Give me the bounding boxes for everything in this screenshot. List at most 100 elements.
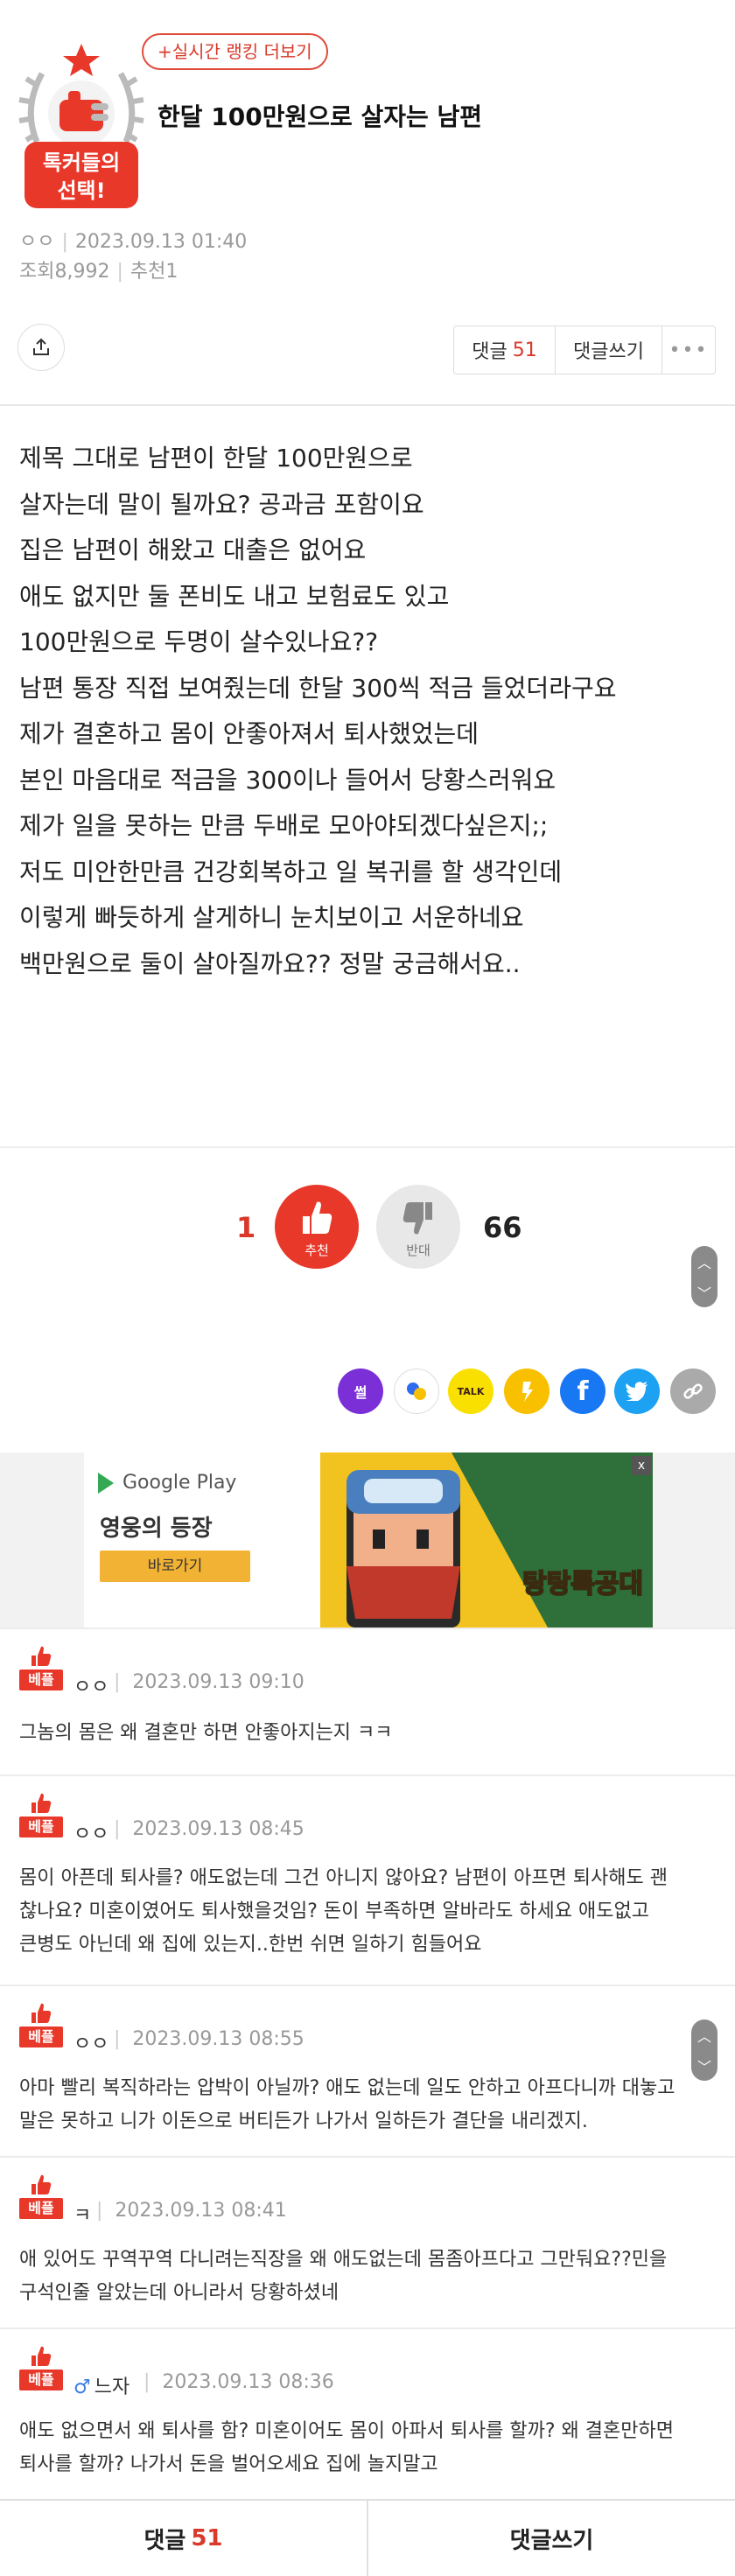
share-button[interactable] xyxy=(18,324,65,371)
comment-line: 구석인줄 알았는데 아니라서 당황하셨네 xyxy=(19,2282,340,2304)
header-divider xyxy=(0,404,735,406)
post-line: 제목 그대로 남편이 한달 100만원으로 xyxy=(19,444,413,472)
post-date: 2023.09.13 01:40 xyxy=(74,231,248,253)
comment-date-text: 2023.09.13 08:55 xyxy=(132,2028,304,2050)
comment-text: 애도 없으면서 왜 퇴사를 함? 미혼이어도 몸이 아파서 퇴사를 할까? 왜 … xyxy=(19,2415,719,2482)
comment-item: 베플 ㅋ | 2023.09.13 08:41 애 있어도 꾸역꾸역 다니려는직장… xyxy=(0,2156,735,2328)
comment-item: 베플 ㅇㅇ | 2023.09.13 08:55 아마 빨리 복직하라는 압박이 … xyxy=(0,1984,735,2156)
kakaotalk-share-button[interactable]: TALK xyxy=(448,1368,494,1414)
badge-line1: 톡커들의 xyxy=(43,150,120,175)
body-divider xyxy=(0,1146,735,1148)
ad-close-icon[interactable]: x xyxy=(632,1456,651,1475)
comment-date-text: 2023.09.13 08:36 xyxy=(162,2371,334,2393)
post-line: 남편 통장 직접 보여줬는데 한달 300씩 적금 들었더라구요 xyxy=(19,673,617,703)
comment-date-text: 2023.09.13 08:41 xyxy=(115,2200,287,2222)
ad-cta-button[interactable]: 바로가기 xyxy=(100,1550,250,1582)
twitter-share-button[interactable] xyxy=(614,1368,660,1414)
upvote-button[interactable]: 추천 xyxy=(275,1185,359,1269)
comment-count-button[interactable]: 댓글 51 xyxy=(454,326,556,374)
bubble-share-button[interactable] xyxy=(394,1368,439,1414)
thumbs-up-icon xyxy=(32,2346,52,2366)
best-comment-badge: 베플 xyxy=(19,2345,63,2394)
post-line: 제가 일을 못하는 만큼 두배로 모아야되겠다싶은지;; xyxy=(19,811,549,840)
comment-date: | 2023.09.13 08:41 xyxy=(96,2200,287,2222)
comment-count: 51 xyxy=(512,339,537,361)
comment-author: ㅇㅇ xyxy=(74,2034,109,2055)
best-label: 베플 xyxy=(19,1816,63,1838)
comment-author: ♂ 느자 xyxy=(74,2371,130,2399)
chevron-down-icon: ﹀ xyxy=(696,2058,711,2076)
comment-text: 몸이 아픈데 퇴사를? 애도없는데 그건 아니지 않아요? 남편이 아프면 퇴사… xyxy=(19,1862,719,1962)
google-play-label: Google Play xyxy=(98,1472,236,1494)
bottom-comment-count: 51 xyxy=(191,2525,223,2552)
write-comment-button[interactable]: 댓글쓰기 xyxy=(556,326,662,374)
chevron-down-icon: ﹀ xyxy=(696,1284,711,1302)
best-comment-badge: 베플 xyxy=(19,1792,63,1841)
ad-game-artwork: 탕탕특공대 xyxy=(320,1452,653,1628)
downvote-button[interactable]: 반대 xyxy=(376,1185,460,1269)
upvote-label: 추천 xyxy=(304,1242,329,1258)
comment-action-group: 댓글 51 댓글쓰기 ••• xyxy=(453,326,716,374)
comment-line: 찮나요? 미혼이였어도 퇴사했을것임? 돈이 부족하면 알바라도 하세요 애도없… xyxy=(19,1900,649,1922)
thumbs-up-icon xyxy=(32,2174,52,2194)
post-line: 이렇게 빠듯하게 살게하니 눈치보이고 서운하네요 xyxy=(19,903,524,932)
comment-line: 애도 없으면서 왜 퇴사를 함? 미혼이어도 몸이 아파서 퇴사를 할까? 왜 … xyxy=(19,2420,674,2442)
google-play-icon xyxy=(98,1473,114,1494)
thumbs-down-icon xyxy=(402,1202,432,1235)
chevron-up-icon: ︿ xyxy=(696,1254,711,1271)
facebook-share-button[interactable]: f xyxy=(560,1368,606,1414)
comment-author: ㅇㅇ xyxy=(74,1676,109,1698)
talkers-choice-badge: 톡커들의 선택! xyxy=(18,44,144,208)
comment-date: | 2023.09.13 09:10 xyxy=(114,1671,304,1693)
kakaotalk-icon: TALK xyxy=(457,1385,485,1397)
comment-date-text: 2023.09.13 08:45 xyxy=(132,1818,304,1840)
bottom-comment-label: 댓글 xyxy=(144,2527,186,2554)
comment-item: 베플 ♂ 느자 | 2023.09.13 08:36 애도 없으면서 왜 퇴사를 함… xyxy=(0,2328,735,2499)
sseol-icon: 썰 xyxy=(354,1384,368,1401)
badge-line2: 선택! xyxy=(57,178,105,203)
comment-date-text: 2023.09.13 09:10 xyxy=(132,1671,304,1693)
ad-banner[interactable]: Google Play 영웅의 등장 바로가기 탕탕특공대 xyxy=(84,1452,653,1628)
downvote-count: 66 xyxy=(483,1211,522,1244)
thumbs-up-icon xyxy=(32,1793,52,1813)
post-meta-stats: 조회8,992 | 추천1 xyxy=(19,261,178,283)
comment-line: 아마 빨리 복직하라는 압박이 아닐까? 애도 없는데 일도 안하고 아프다니까… xyxy=(19,2077,676,2099)
comment-text: 아마 빨리 복직하라는 압박이 아닐까? 애도 없는데 일도 안하고 아프다니까… xyxy=(19,2072,719,2138)
comment-line: 퇴사를 할까? 나가서 돈을 벌어오세요 집에 놀지말고 xyxy=(19,2454,438,2475)
post-line: 100만원으로 두명이 살수있나요?? xyxy=(19,627,379,656)
best-label: 베플 xyxy=(19,2026,63,2048)
comment-label: 댓글 xyxy=(472,341,508,363)
more-options-button[interactable]: ••• xyxy=(662,326,715,374)
thumbs-up-icon xyxy=(32,1646,52,1666)
comment-text: 애 있어도 꾸역꾸역 다니려는직장을 왜 애도없는데 몸좀아프다고 그만둬요??… xyxy=(19,2244,719,2310)
ad-game-title: 탕탕특공대 xyxy=(522,1569,643,1600)
comment-date: | 2023.09.13 08:36 xyxy=(144,2371,334,2393)
bubble-icon xyxy=(407,1382,426,1400)
comment-author: ㅋ xyxy=(74,2205,92,2227)
scroll-nav-button[interactable]: ︿ ﹀ xyxy=(691,1246,718,1307)
thumbs-up-icon xyxy=(303,1201,332,1234)
chevron-up-icon: ︿ xyxy=(696,2027,711,2045)
kakaostory-share-button[interactable] xyxy=(504,1368,550,1414)
link-share-button[interactable] xyxy=(670,1368,716,1414)
kakaostory-icon xyxy=(522,1382,533,1402)
scroll-nav-button[interactable]: ︿ ﹀ xyxy=(691,2020,718,2081)
post-body: 제목 그대로 남편이 한달 100만원으로 살자는데 말이 될까요? 공과금 포… xyxy=(19,436,719,987)
best-comment-badge: 베플 xyxy=(19,2002,63,2051)
sseol-share-button[interactable]: 썰 xyxy=(338,1368,383,1414)
bottom-action-bar: 댓글 51 댓글쓰기 xyxy=(0,2499,735,2576)
best-comment-badge: 베플 xyxy=(19,2174,63,2222)
post-line: 집은 남편이 해왔고 대출은 없어요 xyxy=(19,536,367,564)
bottom-comment-button[interactable]: 댓글 51 xyxy=(0,2501,368,2576)
post-recommend-count: 추천1 xyxy=(130,261,178,283)
post-views: 조회8,992 xyxy=(19,261,110,283)
post-header: 톡커들의 선택! +실시간 랭킹 더보기 한달 100만원으로 살자는 남편 ㅇ… xyxy=(0,0,735,283)
post-line: 제가 결혼하고 몸이 안좋아져서 퇴사했었는데 xyxy=(19,719,480,748)
realtime-ranking-button[interactable]: +실시간 랭킹 더보기 xyxy=(142,33,328,70)
comment-line: 몸이 아픈데 퇴사를? 애도없는데 그건 아니지 않아요? 남편이 아프면 퇴사… xyxy=(19,1867,668,1889)
comment-line: 애 있어도 꾸역꾸역 다니려는직장을 왜 애도없는데 몸좀아프다고 그만둬요??… xyxy=(19,2249,668,2271)
post-title: 한달 100만원으로 살자는 남편 xyxy=(158,102,483,131)
post-line: 살자는데 말이 될까요? 공과금 포함이요 xyxy=(19,489,424,519)
comment-item: 베플 ㅇㅇ | 2023.09.13 09:10 그놈의 몸은 왜 결혼만 하면 … xyxy=(0,1628,735,1774)
bottom-write-comment-button[interactable]: 댓글쓰기 xyxy=(368,2501,735,2576)
